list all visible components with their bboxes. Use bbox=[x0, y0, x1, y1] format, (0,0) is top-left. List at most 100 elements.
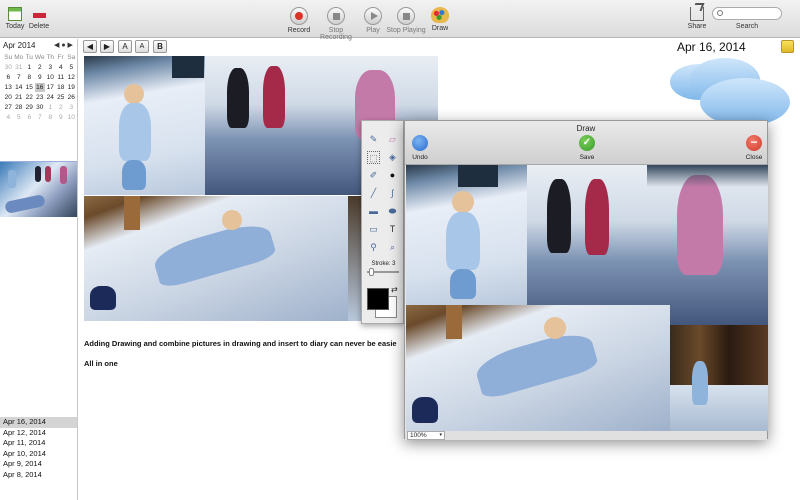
pencil-tool-icon[interactable]: ✐ bbox=[367, 169, 380, 182]
font-smaller-button[interactable]: A bbox=[135, 40, 149, 53]
search-input[interactable] bbox=[726, 9, 778, 18]
canvas-photo-kids bbox=[527, 165, 768, 325]
prev-month-button[interactable]: ◀ bbox=[54, 42, 59, 49]
diary-photo-boy bbox=[84, 56, 205, 195]
stop-playing-button[interactable]: Stop Playing bbox=[386, 7, 426, 34]
calendar-day[interactable]: 30 bbox=[35, 103, 46, 112]
share-button[interactable]: Share bbox=[686, 3, 708, 30]
calendar-day[interactable]: 19 bbox=[66, 83, 77, 92]
today-button[interactable]: Today bbox=[5, 7, 25, 30]
calendar-day[interactable]: 8 bbox=[45, 113, 56, 122]
line-tool-icon[interactable]: ╱ bbox=[367, 187, 380, 200]
bold-button[interactable]: B bbox=[153, 40, 167, 53]
calendar-day[interactable]: 31 bbox=[14, 63, 25, 72]
back-button[interactable]: ◀ bbox=[83, 40, 97, 53]
calendar-day[interactable]: 10 bbox=[45, 73, 56, 82]
calendar-day[interactable]: 4 bbox=[56, 63, 67, 72]
entry-list-item[interactable]: Apr 10, 2014 bbox=[0, 449, 77, 460]
calendar-day[interactable]: 7 bbox=[35, 113, 46, 122]
calendar-day[interactable]: 13 bbox=[3, 83, 14, 92]
palette-icon bbox=[431, 7, 449, 23]
sticky-note-icon[interactable] bbox=[781, 40, 794, 53]
calendar-day[interactable]: 3 bbox=[45, 63, 56, 72]
weekday-label: Sa bbox=[67, 54, 76, 61]
calendar-day[interactable]: 5 bbox=[14, 113, 25, 122]
calendar-day[interactable]: 12 bbox=[66, 73, 77, 82]
fill-tool-icon[interactable]: ◈ bbox=[386, 151, 399, 164]
swap-colors-icon[interactable]: ⇄ bbox=[391, 285, 398, 294]
stroke-slider[interactable] bbox=[367, 268, 399, 276]
stop-recording-button[interactable]: Stop Recording bbox=[313, 7, 359, 41]
curve-tool-icon[interactable]: ∫ bbox=[386, 187, 399, 200]
calendar-day[interactable]: 5 bbox=[66, 63, 77, 72]
entry-list-item[interactable]: Apr 16, 2014 bbox=[0, 417, 77, 428]
stop-icon bbox=[327, 7, 345, 25]
calendar-day[interactable]: 21 bbox=[14, 93, 25, 102]
entry-list-item[interactable]: Apr 8, 2014 bbox=[0, 470, 77, 481]
delete-button[interactable]: Delete bbox=[28, 7, 50, 30]
calendar-day[interactable]: 28 bbox=[14, 103, 25, 112]
bomb-tool-icon[interactable]: ● bbox=[386, 169, 399, 182]
stroke-slider-handle[interactable] bbox=[369, 268, 374, 276]
draw-button[interactable]: Draw bbox=[430, 7, 450, 32]
eraser-tool-icon[interactable]: ▱ bbox=[386, 133, 399, 146]
calendar-day[interactable]: 24 bbox=[45, 93, 56, 102]
calendar-day[interactable]: 15 bbox=[24, 83, 35, 92]
current-month-button[interactable]: ● bbox=[61, 42, 65, 49]
rounded-rect-tool-icon[interactable]: ▭ bbox=[367, 223, 380, 236]
calendar-day[interactable]: 17 bbox=[45, 83, 56, 92]
calendar-day[interactable]: 1 bbox=[45, 103, 56, 112]
calendar-day[interactable]: 20 bbox=[3, 93, 14, 102]
entry-list-item[interactable]: Apr 12, 2014 bbox=[0, 428, 77, 439]
zoom-tool-icon[interactable]: ⌕ bbox=[386, 241, 399, 254]
calendar-icon bbox=[8, 7, 22, 21]
undo-button[interactable]: Undo bbox=[409, 135, 431, 161]
calendar-day[interactable]: 27 bbox=[3, 103, 14, 112]
calendar-day[interactable]: 8 bbox=[24, 73, 35, 82]
calendar-day[interactable]: 9 bbox=[35, 73, 46, 82]
record-button[interactable]: Record bbox=[286, 7, 312, 34]
calendar-day[interactable]: 1 bbox=[24, 63, 35, 72]
rectangle-tool-icon[interactable]: ▬ bbox=[367, 205, 380, 218]
calendar-day[interactable]: 9 bbox=[56, 113, 67, 122]
text-tool-icon[interactable]: T bbox=[386, 223, 399, 236]
play-button[interactable]: Play bbox=[362, 7, 384, 34]
calendar-day[interactable]: 7 bbox=[14, 73, 25, 82]
calendar-day[interactable]: 22 bbox=[24, 93, 35, 102]
calendar-day[interactable]: 14 bbox=[14, 83, 25, 92]
draw-window: Draw Undo ✓ Save − Close 100% ▾ bbox=[404, 120, 768, 440]
calendar-day[interactable]: 30 bbox=[3, 63, 14, 72]
next-month-button[interactable]: ▶ bbox=[68, 42, 73, 49]
entry-list-item[interactable]: Apr 11, 2014 bbox=[0, 438, 77, 449]
calendar-day[interactable]: 18 bbox=[56, 83, 67, 92]
calendar-day[interactable]: 2 bbox=[35, 63, 46, 72]
calendar-day[interactable]: 23 bbox=[35, 93, 46, 102]
eyedropper-tool-icon[interactable]: ⚲ bbox=[367, 241, 380, 254]
drawing-canvas[interactable] bbox=[406, 165, 768, 431]
save-button[interactable]: ✓ Save bbox=[576, 135, 598, 161]
brush-tool-icon[interactable]: ✎ bbox=[367, 133, 380, 146]
calendar-day[interactable]: 4 bbox=[3, 113, 14, 122]
entry-thumbnail[interactable] bbox=[0, 161, 77, 217]
calendar-day[interactable]: 3 bbox=[66, 103, 77, 112]
ellipse-tool-icon[interactable]: ⬬ bbox=[386, 205, 399, 218]
calendar-day[interactable]: 6 bbox=[24, 113, 35, 122]
calendar-day[interactable]: 2 bbox=[56, 103, 67, 112]
foreground-color-swatch[interactable] bbox=[367, 288, 389, 310]
calendar-day[interactable]: 11 bbox=[56, 73, 67, 82]
share-label: Share bbox=[687, 23, 707, 30]
calendar-day[interactable]: 29 bbox=[24, 103, 35, 112]
calendar-day[interactable]: 25 bbox=[56, 93, 67, 102]
select-tool-icon[interactable]: ⬚ bbox=[367, 151, 380, 164]
font-larger-button[interactable]: A bbox=[118, 40, 132, 53]
calendar-day[interactable]: 26 bbox=[66, 93, 77, 102]
today-label: Today bbox=[5, 23, 25, 30]
search-field[interactable] bbox=[712, 7, 782, 20]
calendar-day[interactable]: 16 bbox=[34, 83, 45, 92]
zoom-select[interactable]: 100% ▾ bbox=[407, 431, 445, 440]
entry-list-item[interactable]: Apr 9, 2014 bbox=[0, 459, 77, 470]
calendar-day[interactable]: 10 bbox=[66, 113, 77, 122]
calendar-day[interactable]: 6 bbox=[3, 73, 14, 82]
close-button[interactable]: − Close bbox=[743, 135, 765, 161]
forward-button[interactable]: ▶ bbox=[100, 40, 114, 53]
